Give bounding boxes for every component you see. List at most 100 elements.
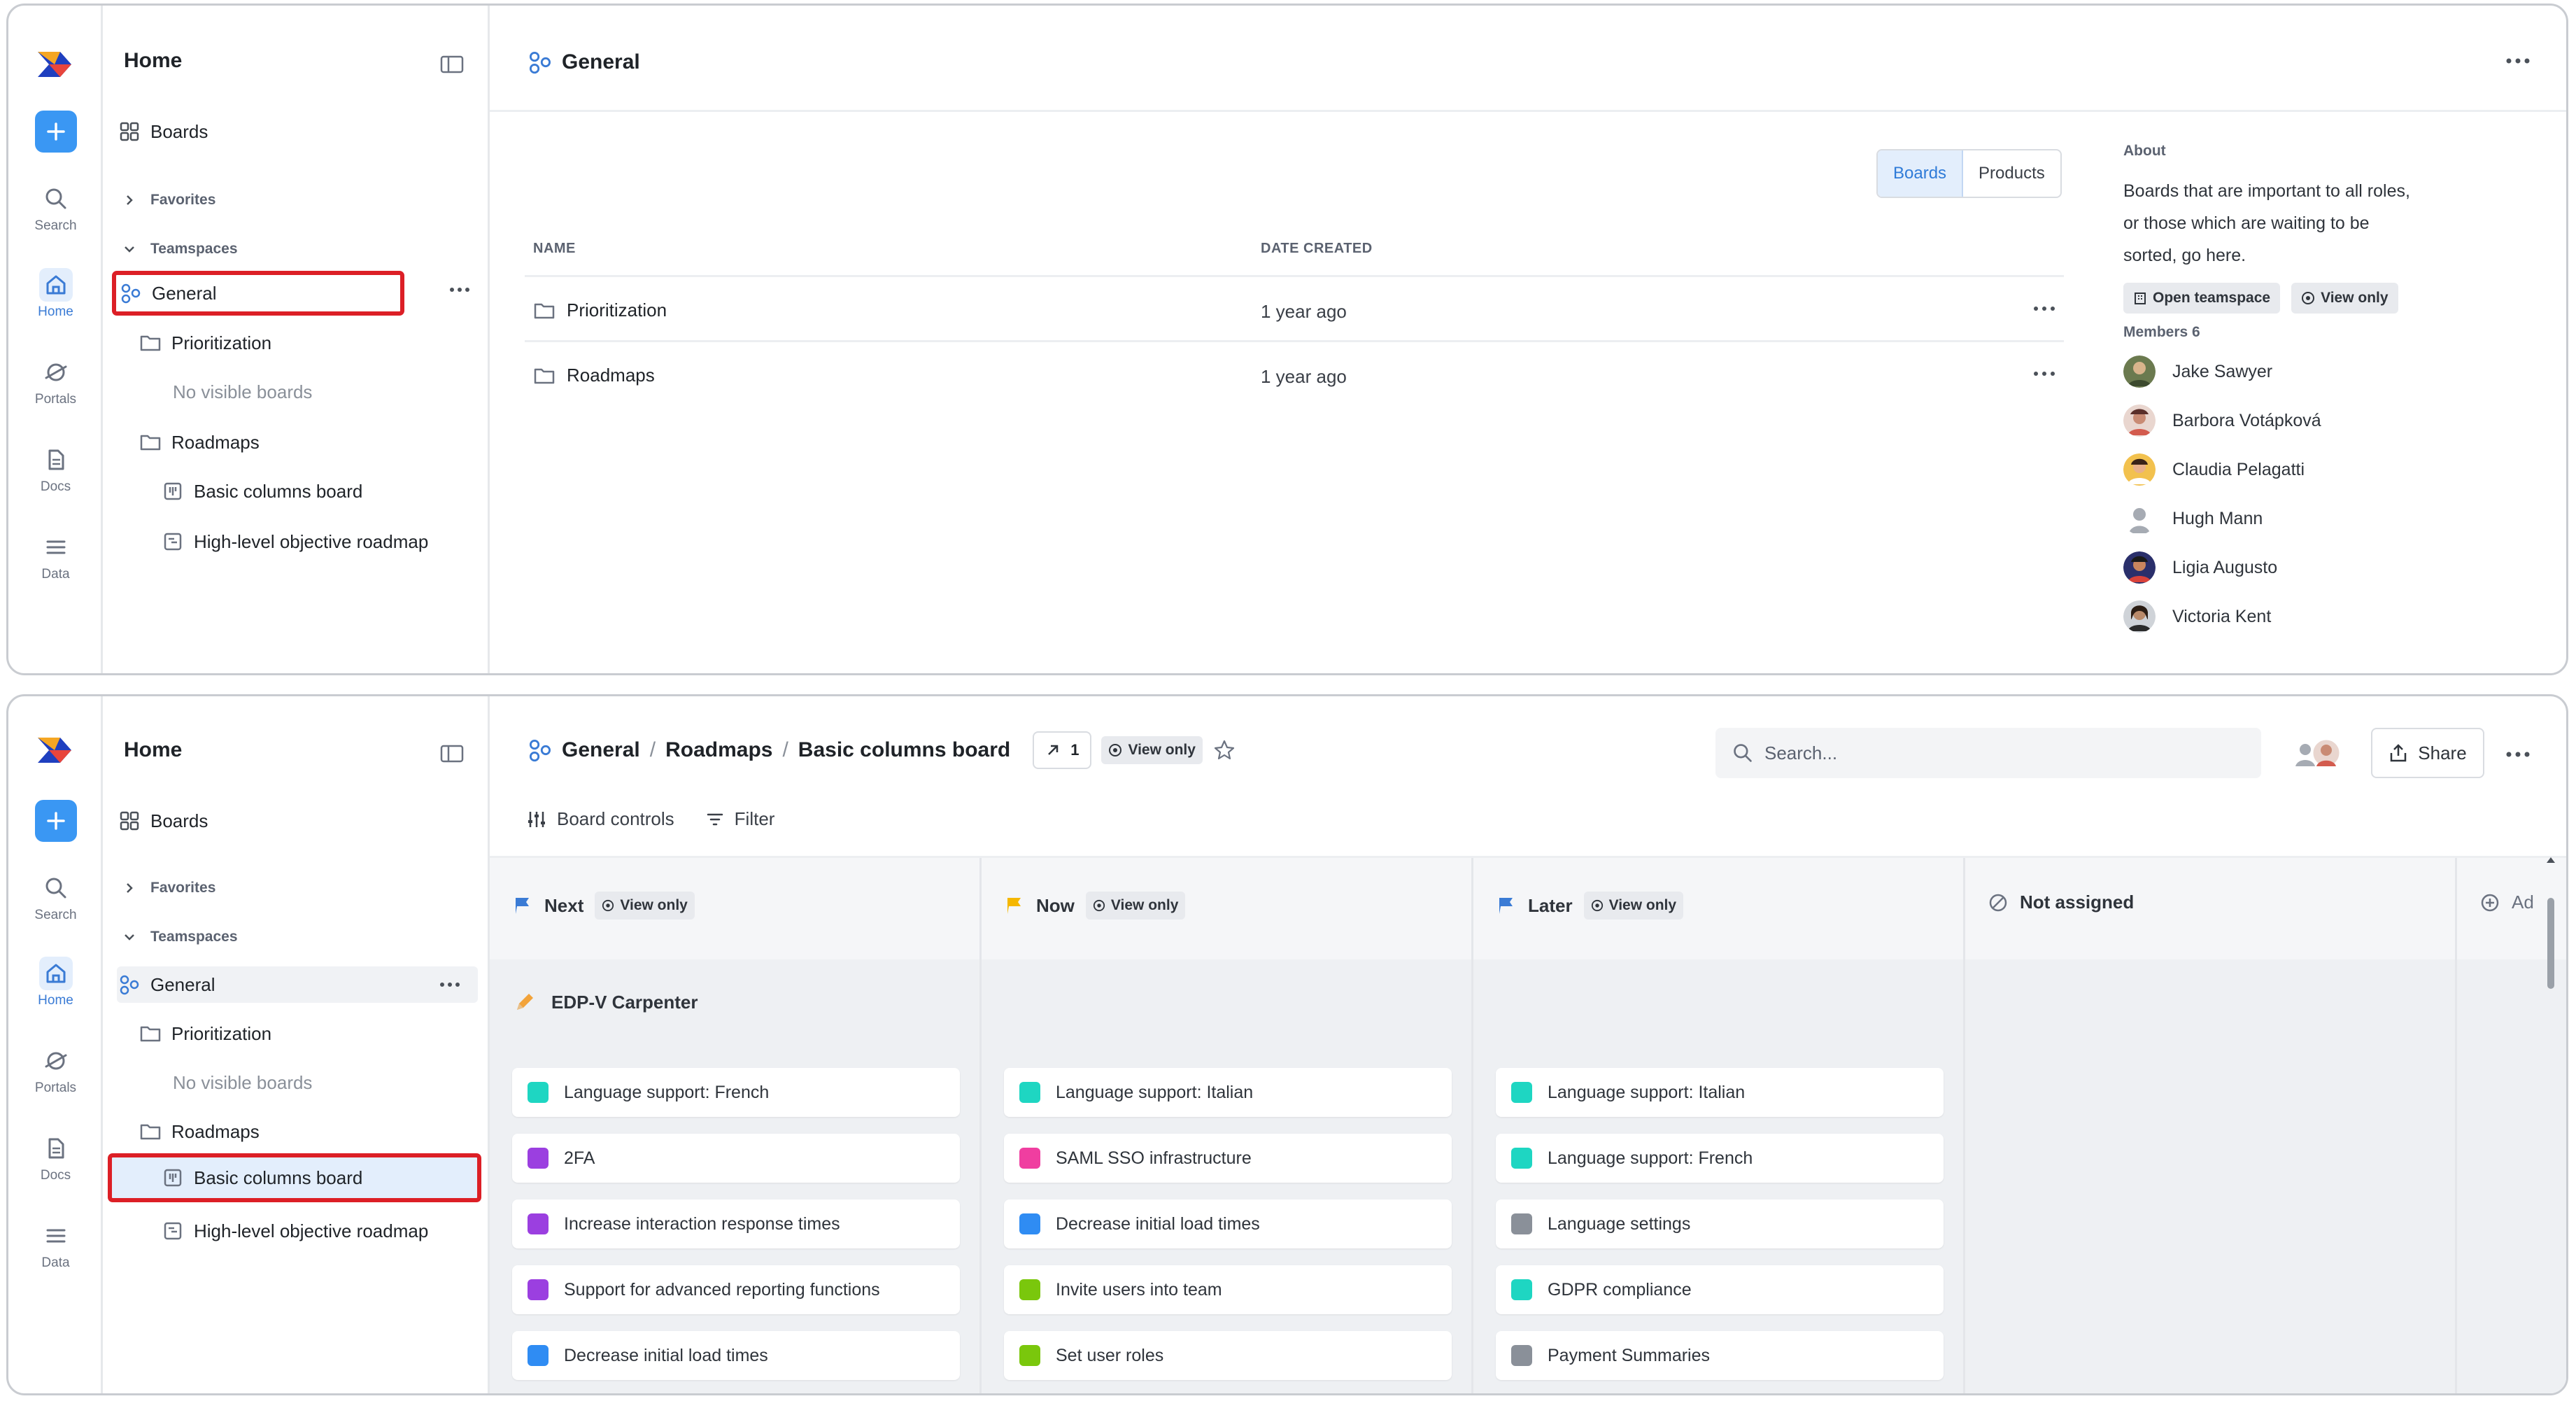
member-item[interactable]: Victoria Kent — [2123, 600, 2271, 633]
search-input[interactable]: Search... — [1715, 728, 2261, 778]
feature-card[interactable]: 2FA — [512, 1134, 960, 1183]
sidebar-folder-roadmaps[interactable]: Roadmaps — [138, 424, 478, 460]
sidebar-folder-prioritization[interactable]: Prioritization — [138, 325, 478, 361]
feature-card[interactable]: Language support: French — [1496, 1134, 1944, 1183]
rail-search[interactable]: Search — [22, 182, 89, 234]
member-item[interactable]: Claudia Pelagatti — [2123, 453, 2305, 486]
board-toolbar: Board controls Filter — [526, 808, 774, 830]
column-header-name[interactable]: NAME — [533, 241, 576, 257]
sidebar-folder-roadmaps[interactable]: Roadmaps — [138, 1113, 478, 1150]
share-button[interactable]: Share — [2371, 728, 2484, 778]
group-name: EDP-V Carpenter — [551, 991, 698, 1013]
member-item[interactable]: Ligia Augusto — [2123, 551, 2277, 584]
sidebar-folder-prioritization[interactable]: Prioritization — [138, 1015, 478, 1052]
more-icon[interactable] — [2505, 56, 2531, 66]
rail-data[interactable]: Data — [22, 530, 89, 582]
column-header[interactable]: Not assigned — [1988, 892, 2134, 913]
create-button[interactable] — [35, 111, 77, 153]
rail-portals[interactable]: Portals — [22, 355, 89, 407]
feature-card[interactable]: Payment Summaries — [1496, 1331, 1944, 1380]
feature-card[interactable]: Decrease initial load times — [512, 1331, 960, 1380]
open-teamspace-button[interactable]: Open teamspace — [2123, 283, 2281, 314]
breadcrumb-separator: / — [782, 738, 788, 761]
sidebar-section-favorites[interactable]: Favorites — [117, 182, 478, 218]
app-logo[interactable] — [36, 49, 73, 80]
member-item[interactable]: Jake Sawyer — [2123, 355, 2272, 388]
table-row[interactable]: Roadmaps 1 year ago — [525, 340, 2064, 404]
column-header[interactable]: Later View only — [1496, 892, 1684, 920]
sidebar-item-boards[interactable]: Boards — [117, 113, 478, 150]
breadcrumb-roadmaps[interactable]: Roadmaps — [665, 738, 772, 762]
kanban-board: Next View only EDP-V Carpenter Language … — [490, 856, 2566, 1393]
filter-button[interactable]: Filter — [705, 808, 774, 830]
rail-search[interactable]: Search — [22, 871, 89, 923]
rail-data[interactable]: Data — [22, 1219, 89, 1271]
breadcrumb-general[interactable]: General — [562, 738, 640, 762]
card-title: Increase interaction response times — [564, 1213, 840, 1234]
feature-card[interactable]: Invite users into team — [1004, 1265, 1452, 1314]
sidebar-item-general[interactable]: General — [117, 966, 478, 1003]
sidebar-item-general[interactable]: General — [112, 271, 404, 316]
group-header[interactable]: EDP-V Carpenter — [514, 991, 698, 1013]
sidebar-section-teamspaces[interactable]: Teamspaces — [117, 231, 478, 267]
star-icon[interactable] — [1212, 738, 1236, 762]
feature-card[interactable]: Set user roles — [1004, 1331, 1452, 1380]
sidebar-section-favorites[interactable]: Favorites — [117, 870, 478, 906]
sidebar-toggle-icon[interactable] — [440, 55, 464, 74]
sidebar-toggle-icon[interactable] — [440, 744, 464, 763]
arrow-up-right-icon — [1048, 745, 1059, 755]
rail-docs[interactable]: Docs — [22, 1132, 89, 1183]
more-icon[interactable] — [437, 975, 462, 994]
eye-icon — [1093, 899, 1105, 912]
rail-portals[interactable]: Portals — [22, 1044, 89, 1096]
sidebar-item-label: Boards — [150, 810, 208, 831]
tab-products[interactable]: Products — [1963, 150, 2060, 197]
feature-card[interactable]: Increase interaction response times — [512, 1199, 960, 1248]
feature-card[interactable]: GDPR compliance — [1496, 1265, 1944, 1314]
collaborator-avatars[interactable] — [2290, 735, 2346, 770]
more-icon[interactable] — [2505, 749, 2531, 759]
app-logo[interactable] — [36, 735, 73, 766]
column-header[interactable]: Now View only — [1004, 892, 1186, 920]
rail-docs[interactable]: Docs — [22, 443, 89, 495]
sidebar-board-objective-roadmap[interactable]: High-level objective roadmap — [160, 523, 478, 560]
linked-items-button[interactable]: 1 — [1033, 731, 1092, 769]
feature-card[interactable]: Support for advanced reporting functions — [512, 1265, 960, 1314]
feature-card[interactable]: Language support: Italian — [1004, 1068, 1452, 1117]
member-item[interactable]: Barbora Votápková — [2123, 404, 2321, 437]
sidebar-board-objective-roadmap[interactable]: High-level objective roadmap — [160, 1213, 478, 1249]
feature-card[interactable]: Decrease initial load times — [1004, 1199, 1452, 1248]
member-item[interactable]: Hugh Mann — [2123, 502, 2263, 535]
board-scrollbar[interactable] — [2545, 856, 2556, 1010]
member-name: Barbora Votápková — [2172, 410, 2321, 430]
feature-card[interactable]: Language settings — [1496, 1199, 1944, 1248]
sidebar-item-boards[interactable]: Boards — [117, 803, 478, 839]
status-color — [1019, 1082, 1040, 1103]
board-controls-button[interactable]: Board controls — [526, 808, 674, 830]
member-name: Hugh Mann — [2172, 508, 2263, 528]
column-header-date[interactable]: DATE CREATED — [1261, 241, 1373, 257]
feature-card[interactable]: Language support: French — [512, 1068, 960, 1117]
card-title: Set user roles — [1056, 1345, 1164, 1365]
sidebar-board-basic-columns[interactable]: Basic columns board — [108, 1153, 481, 1202]
feature-card[interactable]: SAML SSO infrastructure — [1004, 1134, 1452, 1183]
column-header[interactable]: Next View only — [512, 892, 695, 920]
feature-card[interactable]: Language support: Italian — [1496, 1068, 1944, 1117]
sidebar-section-teamspaces[interactable]: Teamspaces — [117, 919, 478, 955]
more-icon[interactable] — [447, 280, 472, 300]
eye-icon — [602, 899, 614, 912]
rail-home[interactable]: Home — [22, 957, 89, 1008]
docs-icon — [48, 449, 64, 470]
add-column-header[interactable]: Ad — [2479, 892, 2534, 913]
table-row[interactable]: Prioritization 1 year ago — [525, 275, 2064, 339]
status-color — [528, 1082, 549, 1103]
rail-home[interactable]: Home — [22, 268, 89, 320]
teamspace-icon — [121, 283, 141, 304]
create-button[interactable] — [35, 800, 77, 842]
sidebar-item-label: Basic columns board — [194, 1167, 363, 1188]
more-icon[interactable] — [2032, 369, 2057, 379]
more-icon[interactable] — [2032, 304, 2057, 314]
sidebar-board-basic-columns[interactable]: Basic columns board — [160, 473, 478, 509]
tab-boards[interactable]: Boards — [1878, 150, 1964, 197]
card-title: Language support: French — [564, 1082, 770, 1102]
